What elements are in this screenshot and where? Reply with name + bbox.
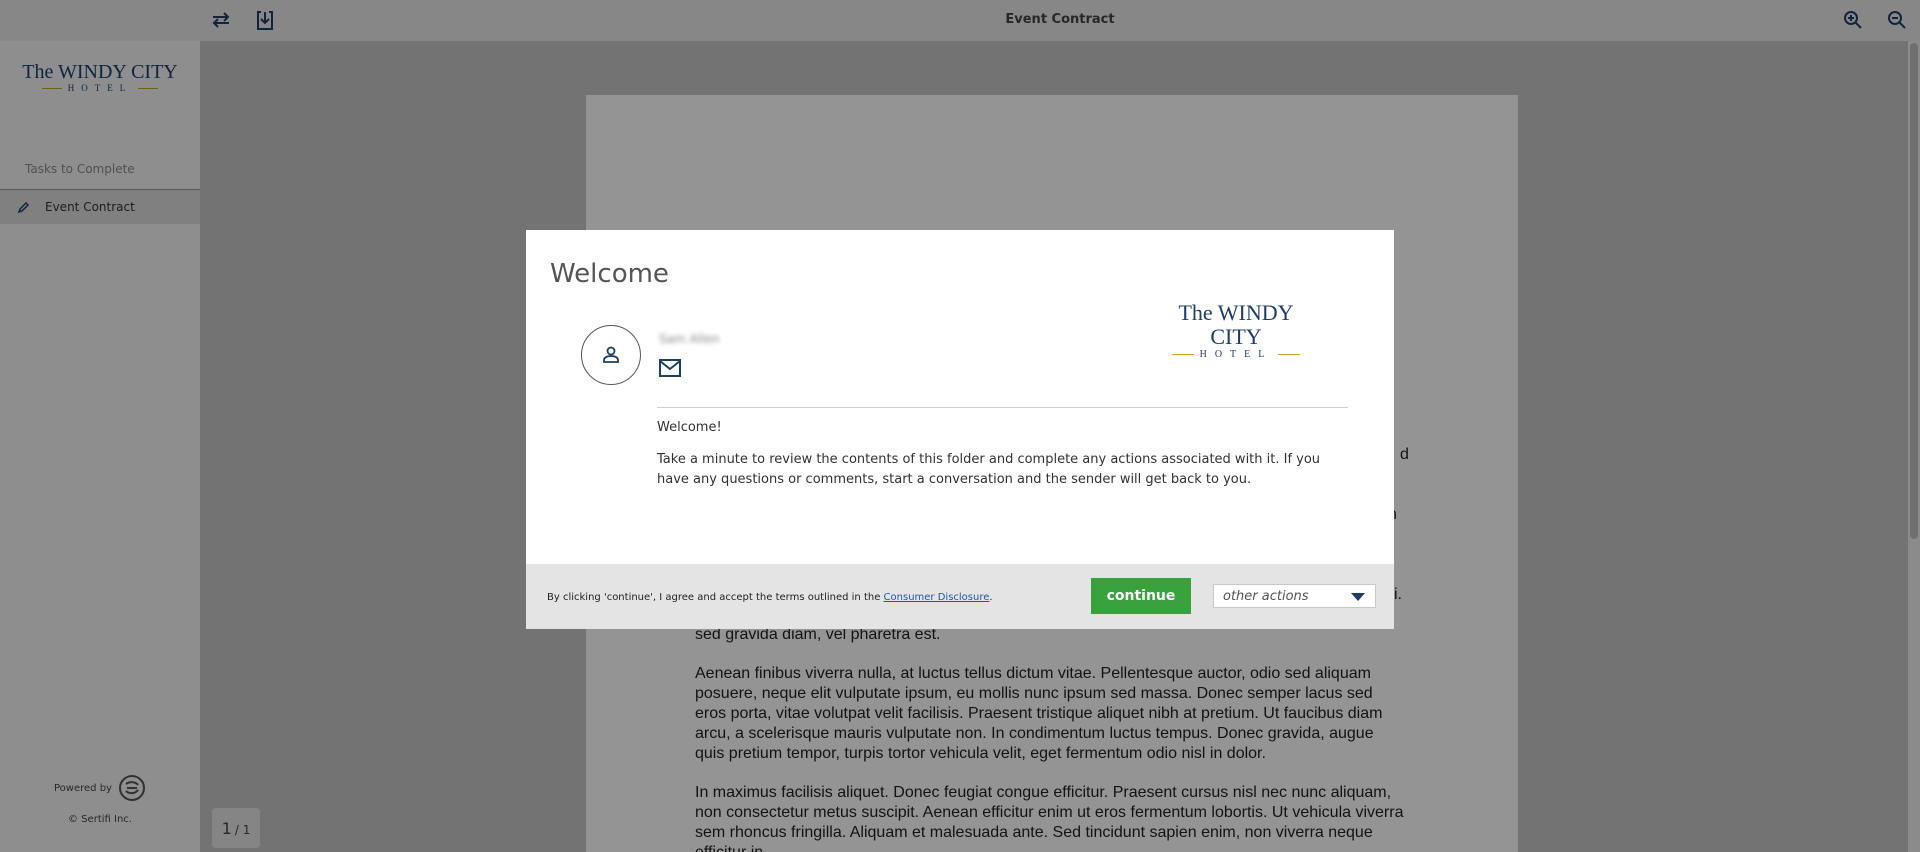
person-icon (603, 346, 619, 363)
dialog-footer: By clicking 'continue', I agree and acce… (526, 564, 1394, 629)
logo-main-text: The WINDY CITY (1178, 300, 1294, 349)
consumer-disclosure-link[interactable]: Consumer Disclosure (884, 592, 990, 603)
avatar (581, 325, 641, 385)
disclaimer-suffix: . (989, 592, 993, 603)
divider (657, 407, 1348, 408)
welcome-dialog: Welcome The WINDY CITY HOTEL Sam Allen W… (526, 230, 1394, 629)
welcome-heading: Welcome! (657, 420, 722, 435)
welcome-message: Take a minute to review the contents of … (657, 452, 1321, 487)
continue-button[interactable]: continue (1091, 578, 1191, 614)
other-actions-label: other actions (1223, 588, 1309, 604)
disclaimer-text: By clicking 'continue', I agree and acce… (547, 592, 993, 603)
hotel-logo: The WINDY CITY HOTEL (1156, 300, 1316, 361)
other-actions-dropdown[interactable]: other actions (1213, 584, 1376, 608)
dialog-title: Welcome (550, 259, 669, 289)
disclaimer-prefix: By clicking 'continue', I agree and acce… (547, 592, 884, 603)
chevron-down-icon (1351, 593, 1365, 601)
mail-icon[interactable] (659, 359, 681, 377)
logo-sub-text: HOTEL (1156, 349, 1316, 360)
sender-name: Sam Allen (659, 332, 720, 346)
